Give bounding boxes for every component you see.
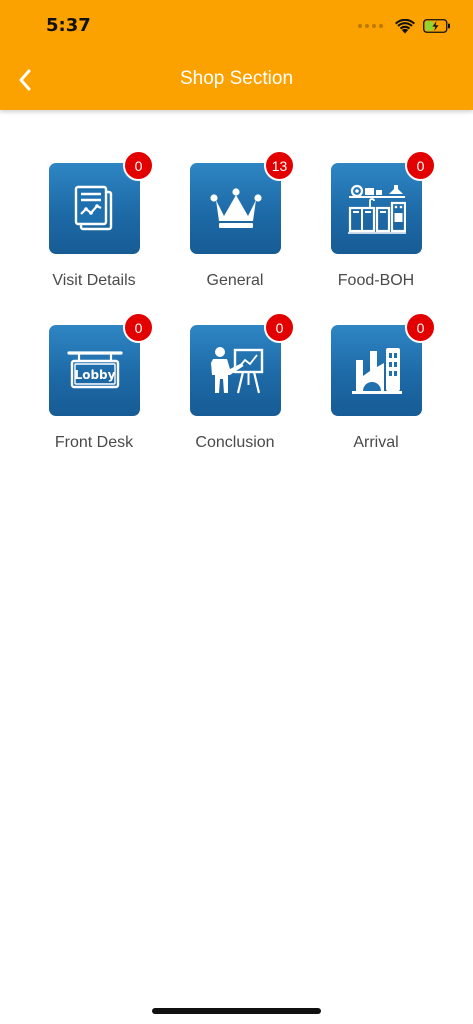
building-icon [351,347,402,394]
battery-charging-icon [423,19,451,33]
report-chart-icon [74,185,112,230]
page-title: Shop Section [179,68,294,89]
tile-icon-box [49,163,140,254]
count-badge: 0 [405,312,436,343]
section-tile-general[interactable]: 13 General [165,150,305,290]
screen: 5:37 Shop Section 0 Visit Details 13 Gen… [0,0,473,1024]
signal-dots-icon [358,24,383,28]
tile-label: Food-BOH [337,272,415,289]
tile-label: Arrival [353,434,399,451]
status-icons [358,16,451,36]
header: 5:37 Shop Section [0,0,473,110]
tile-icon-box: Lobby [49,325,140,416]
tile-icon-box [190,163,281,254]
tile-label: General [206,272,264,289]
tile-icon-box [331,325,422,416]
tile-label: Visit Details [52,272,136,289]
count-badge: 13 [264,150,295,181]
count-badge: 0 [405,150,436,181]
presenter-icon [210,346,263,393]
lobby-sign-text: Lobby [74,368,115,382]
tile-icon-box [331,163,422,254]
count-badge: 0 [264,312,295,343]
section-tile-food-boh[interactable]: 0 Food-BOH [306,150,446,290]
tile-label: Conclusion [195,434,275,451]
lobby-sign-icon: Lobby [66,350,123,388]
section-tile-arrival[interactable]: 0 Arrival [306,312,446,452]
tile-icon-box [190,325,281,416]
count-badge: 0 [123,312,154,343]
home-indicator [152,1008,321,1014]
section-tile-visit-details[interactable]: 0 Visit Details [24,150,164,290]
section-grid: 0 Visit Details 13 General 0 Food-BOH Lo… [24,150,449,452]
crown-icon [209,187,262,228]
tile-label: Front Desk [54,434,134,451]
kitchen-icon [347,184,406,234]
wifi-icon [395,18,415,34]
count-badge: 0 [123,150,154,181]
section-tile-front-desk[interactable]: Lobby 0 Front Desk [24,312,164,452]
status-time: 5:37 [46,15,91,36]
section-tile-conclusion[interactable]: 0 Conclusion [165,312,305,452]
